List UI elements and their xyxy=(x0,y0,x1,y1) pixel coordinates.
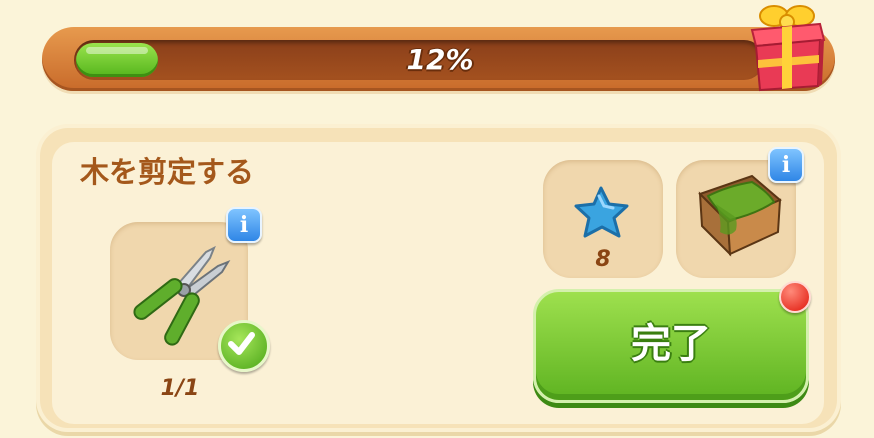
tool-count: 1/1 xyxy=(160,376,200,401)
gift-box-icon[interactable] xyxy=(748,0,826,92)
progress-bar-fill xyxy=(76,43,158,77)
tool-info-icon[interactable]: i xyxy=(226,207,262,243)
notification-dot xyxy=(779,281,811,313)
progress-percent-label: 12% xyxy=(406,43,474,76)
complete-button-label: 完了 xyxy=(631,321,711,367)
reward-info-icon[interactable]: i xyxy=(768,147,804,183)
reward-star-amount: 8 xyxy=(595,247,611,272)
task-title: 木を剪定する xyxy=(80,155,255,189)
checkmark-icon xyxy=(218,320,270,372)
complete-button[interactable]: 完了 xyxy=(533,289,809,403)
